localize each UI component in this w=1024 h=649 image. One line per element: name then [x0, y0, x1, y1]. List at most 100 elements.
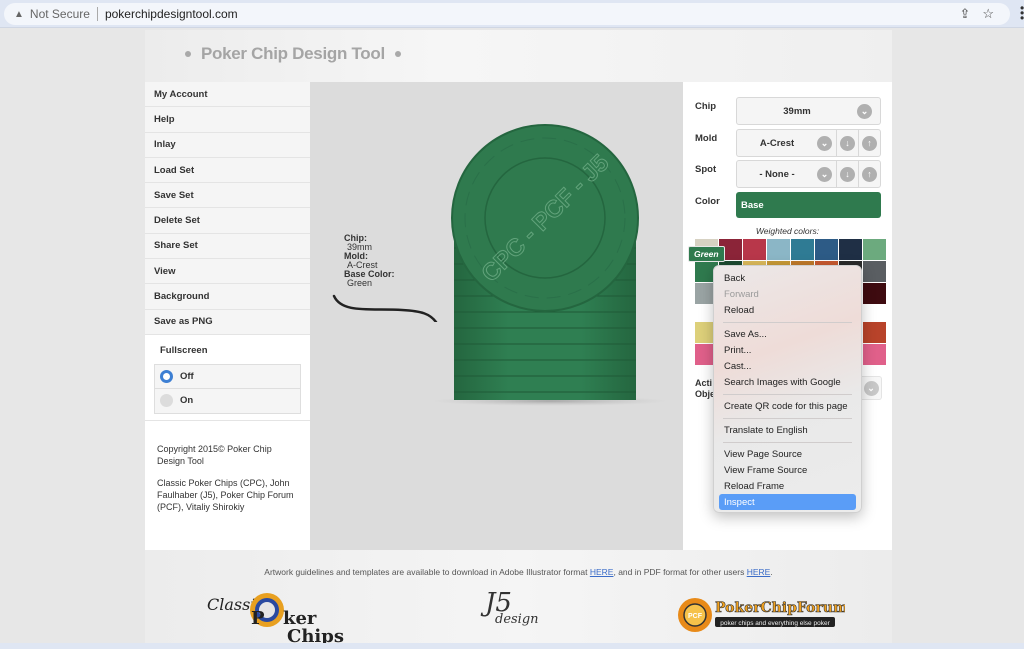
sidebar-item-inlay[interactable]: Inlay [145, 132, 310, 158]
chevron-down-icon[interactable]: ⌄ [817, 166, 832, 182]
context-menu-item-back[interactable]: Back [719, 270, 856, 286]
arrow-down-icon: ↓ [840, 166, 855, 182]
note-text: Artwork guidelines and templates are ava… [264, 567, 590, 577]
mold-select[interactable]: A-Crest ⌄ ↓ ↑ [736, 129, 881, 157]
spot-next-button[interactable]: ↓ [836, 161, 858, 187]
selected-color-tooltip: Green [688, 246, 725, 262]
color-swatch[interactable] [863, 283, 886, 304]
security-indicator[interactable]: Not Secure [30, 7, 90, 21]
context-menu-item-print[interactable]: Print... [719, 342, 856, 358]
color-row: Color Base [695, 192, 881, 220]
site-header: Poker Chip Design Tool [145, 30, 892, 82]
sidebar-item-share-set[interactable]: Share Set [145, 233, 310, 260]
weighted-colors-label: Weighted colors: [755, 226, 820, 236]
radio-label: Off [180, 370, 194, 382]
color-swatch[interactable] [863, 344, 886, 365]
radio-selected-icon [160, 369, 173, 383]
context-menu-item-translate-to-english[interactable]: Translate to English [719, 422, 856, 438]
sidebar-item-save-set[interactable]: Save Set [145, 183, 310, 209]
sidebar-item-help[interactable]: Help [145, 107, 310, 133]
j5-design-logo[interactable]: J5 design [485, 588, 555, 648]
sidebar-item-save-as-png[interactable]: Save as PNG [145, 309, 310, 335]
context-menu-separator [723, 417, 852, 419]
address-bar[interactable]: ▲ Not Secure pokerchipdesigntool.com ⇪ ☆ [4, 3, 1010, 25]
logo-subtext: poker chips and everything else poker [720, 620, 830, 627]
browser-bottom-edge [0, 643, 1024, 649]
chip-stack-image: CPC - PCF - J5 [432, 124, 668, 406]
chip-label: Chip [695, 101, 717, 112]
spot-prev-button[interactable]: ↑ [858, 161, 880, 187]
context-menu-item-create-qr-code-for-this-page[interactable]: Create QR code for this page [719, 398, 856, 414]
radio-label: On [180, 395, 194, 407]
color-swatch[interactable] [791, 239, 814, 260]
base-color-button[interactable]: Base [736, 192, 881, 218]
context-menu-separator [723, 321, 852, 323]
chevron-down-icon[interactable]: ⌄ [857, 103, 872, 119]
radio-unselected-icon [160, 394, 173, 408]
chip-size-select[interactable]: 39mm ⌄ [736, 97, 881, 125]
note-text: , and in PDF format for other users [613, 567, 747, 577]
chip-size-row: Chip 39mm ⌄ [695, 97, 881, 125]
share-icon[interactable]: ⇪ [959, 6, 970, 22]
mold-row: Mold A-Crest ⌄ ↓ ↑ [695, 129, 881, 157]
logo-text: PokerChipForum [715, 600, 845, 616]
context-menu-item-reload[interactable]: Reload [719, 302, 856, 318]
site-title: Poker Chip Design Tool [185, 44, 401, 64]
bookmark-star-icon[interactable]: ☆ [982, 6, 994, 22]
context-menu-item-search-images-with-google[interactable]: Search Images with Google [719, 374, 856, 390]
artwork-note: Artwork guidelines and templates are ava… [145, 567, 892, 577]
separator [96, 7, 98, 21]
chevron-down-icon[interactable]: ⌄ [863, 380, 879, 396]
active-object-label: Acti Obje [695, 378, 715, 400]
chip-preview-canvas[interactable]: Chip: 39mm Mold: A-Crest Base Color: Gre… [310, 82, 683, 550]
sidebar-item-background[interactable]: Background [145, 284, 310, 310]
mold-next-button[interactable]: ↓ [836, 130, 858, 156]
sidebar: My Account Help Inlay Load Set Save Set … [145, 82, 310, 550]
footer: Artwork guidelines and templates are ava… [145, 550, 892, 649]
fullscreen-on-radio[interactable]: On [154, 388, 301, 414]
sidebar-item-view[interactable]: View [145, 259, 310, 285]
fullscreen-group: Fullscreen Off On [145, 334, 310, 421]
credits: Copyright 2015© Poker Chip Design Tool C… [145, 420, 310, 513]
color-swatch[interactable] [743, 239, 766, 260]
spot-select[interactable]: - None - ⌄ ↓ ↑ [736, 160, 881, 188]
context-menu-item-reload-frame[interactable]: Reload Frame [719, 478, 856, 494]
color-swatch[interactable] [863, 239, 886, 260]
color-swatch[interactable] [863, 322, 886, 343]
sidebar-item-delete-set[interactable]: Delete Set [145, 208, 310, 234]
arrow-up-icon: ↑ [862, 166, 877, 182]
logo-subtext: design [495, 612, 539, 627]
mold-prev-button[interactable]: ↑ [858, 130, 880, 156]
sidebar-item-my-account[interactable]: My Account [145, 82, 310, 108]
color-swatch[interactable] [815, 239, 838, 260]
active-object-select[interactable]: ⌄ [861, 376, 882, 400]
bullet-dot [394, 51, 401, 57]
arrow-down-icon: ↓ [840, 135, 855, 151]
color-swatch[interactable] [839, 239, 862, 260]
base-color-info-value: Green [347, 278, 373, 288]
menu-kebab-icon[interactable]: • • • [1020, 2, 1024, 24]
chevron-down-icon[interactable]: ⌄ [817, 135, 832, 151]
context-menu-item-save-as[interactable]: Save As... [719, 326, 856, 342]
color-swatch[interactable] [863, 261, 886, 282]
context-menu-item-view-page-source[interactable]: View Page Source [719, 446, 856, 462]
spot-row: Spot - None - ⌄ ↓ ↑ [695, 160, 881, 188]
color-label: Color [695, 196, 720, 207]
url-text[interactable]: pokerchipdesigntool.com [105, 7, 238, 21]
context-menu-item-inspect[interactable]: Inspect [719, 494, 856, 510]
spot-label: Spot [695, 164, 717, 175]
fullscreen-off-radio[interactable]: Off [154, 363, 301, 389]
illustrator-download-link[interactable]: HERE [590, 567, 614, 577]
svg-text:P: P [251, 608, 265, 629]
pdf-download-link[interactable]: HERE [747, 567, 771, 577]
context-menu-item-cast[interactable]: Cast... [719, 358, 856, 374]
classic-poker-chips-logo[interactable]: Classic P ker Chips [205, 588, 345, 648]
bullet-dot [185, 51, 191, 57]
poker-chip-forum-logo[interactable]: PCF PokerChipForum poker chips and every… [675, 595, 845, 635]
context-menu-separator [723, 441, 852, 443]
color-swatch[interactable] [767, 239, 790, 260]
context-menu-item-view-frame-source[interactable]: View Frame Source [719, 462, 856, 478]
sidebar-item-load-set[interactable]: Load Set [145, 157, 310, 184]
context-menu: Back Forward Reload Save As... Print... Cast.… [713, 265, 862, 513]
warning-icon: ▲ [14, 8, 24, 20]
